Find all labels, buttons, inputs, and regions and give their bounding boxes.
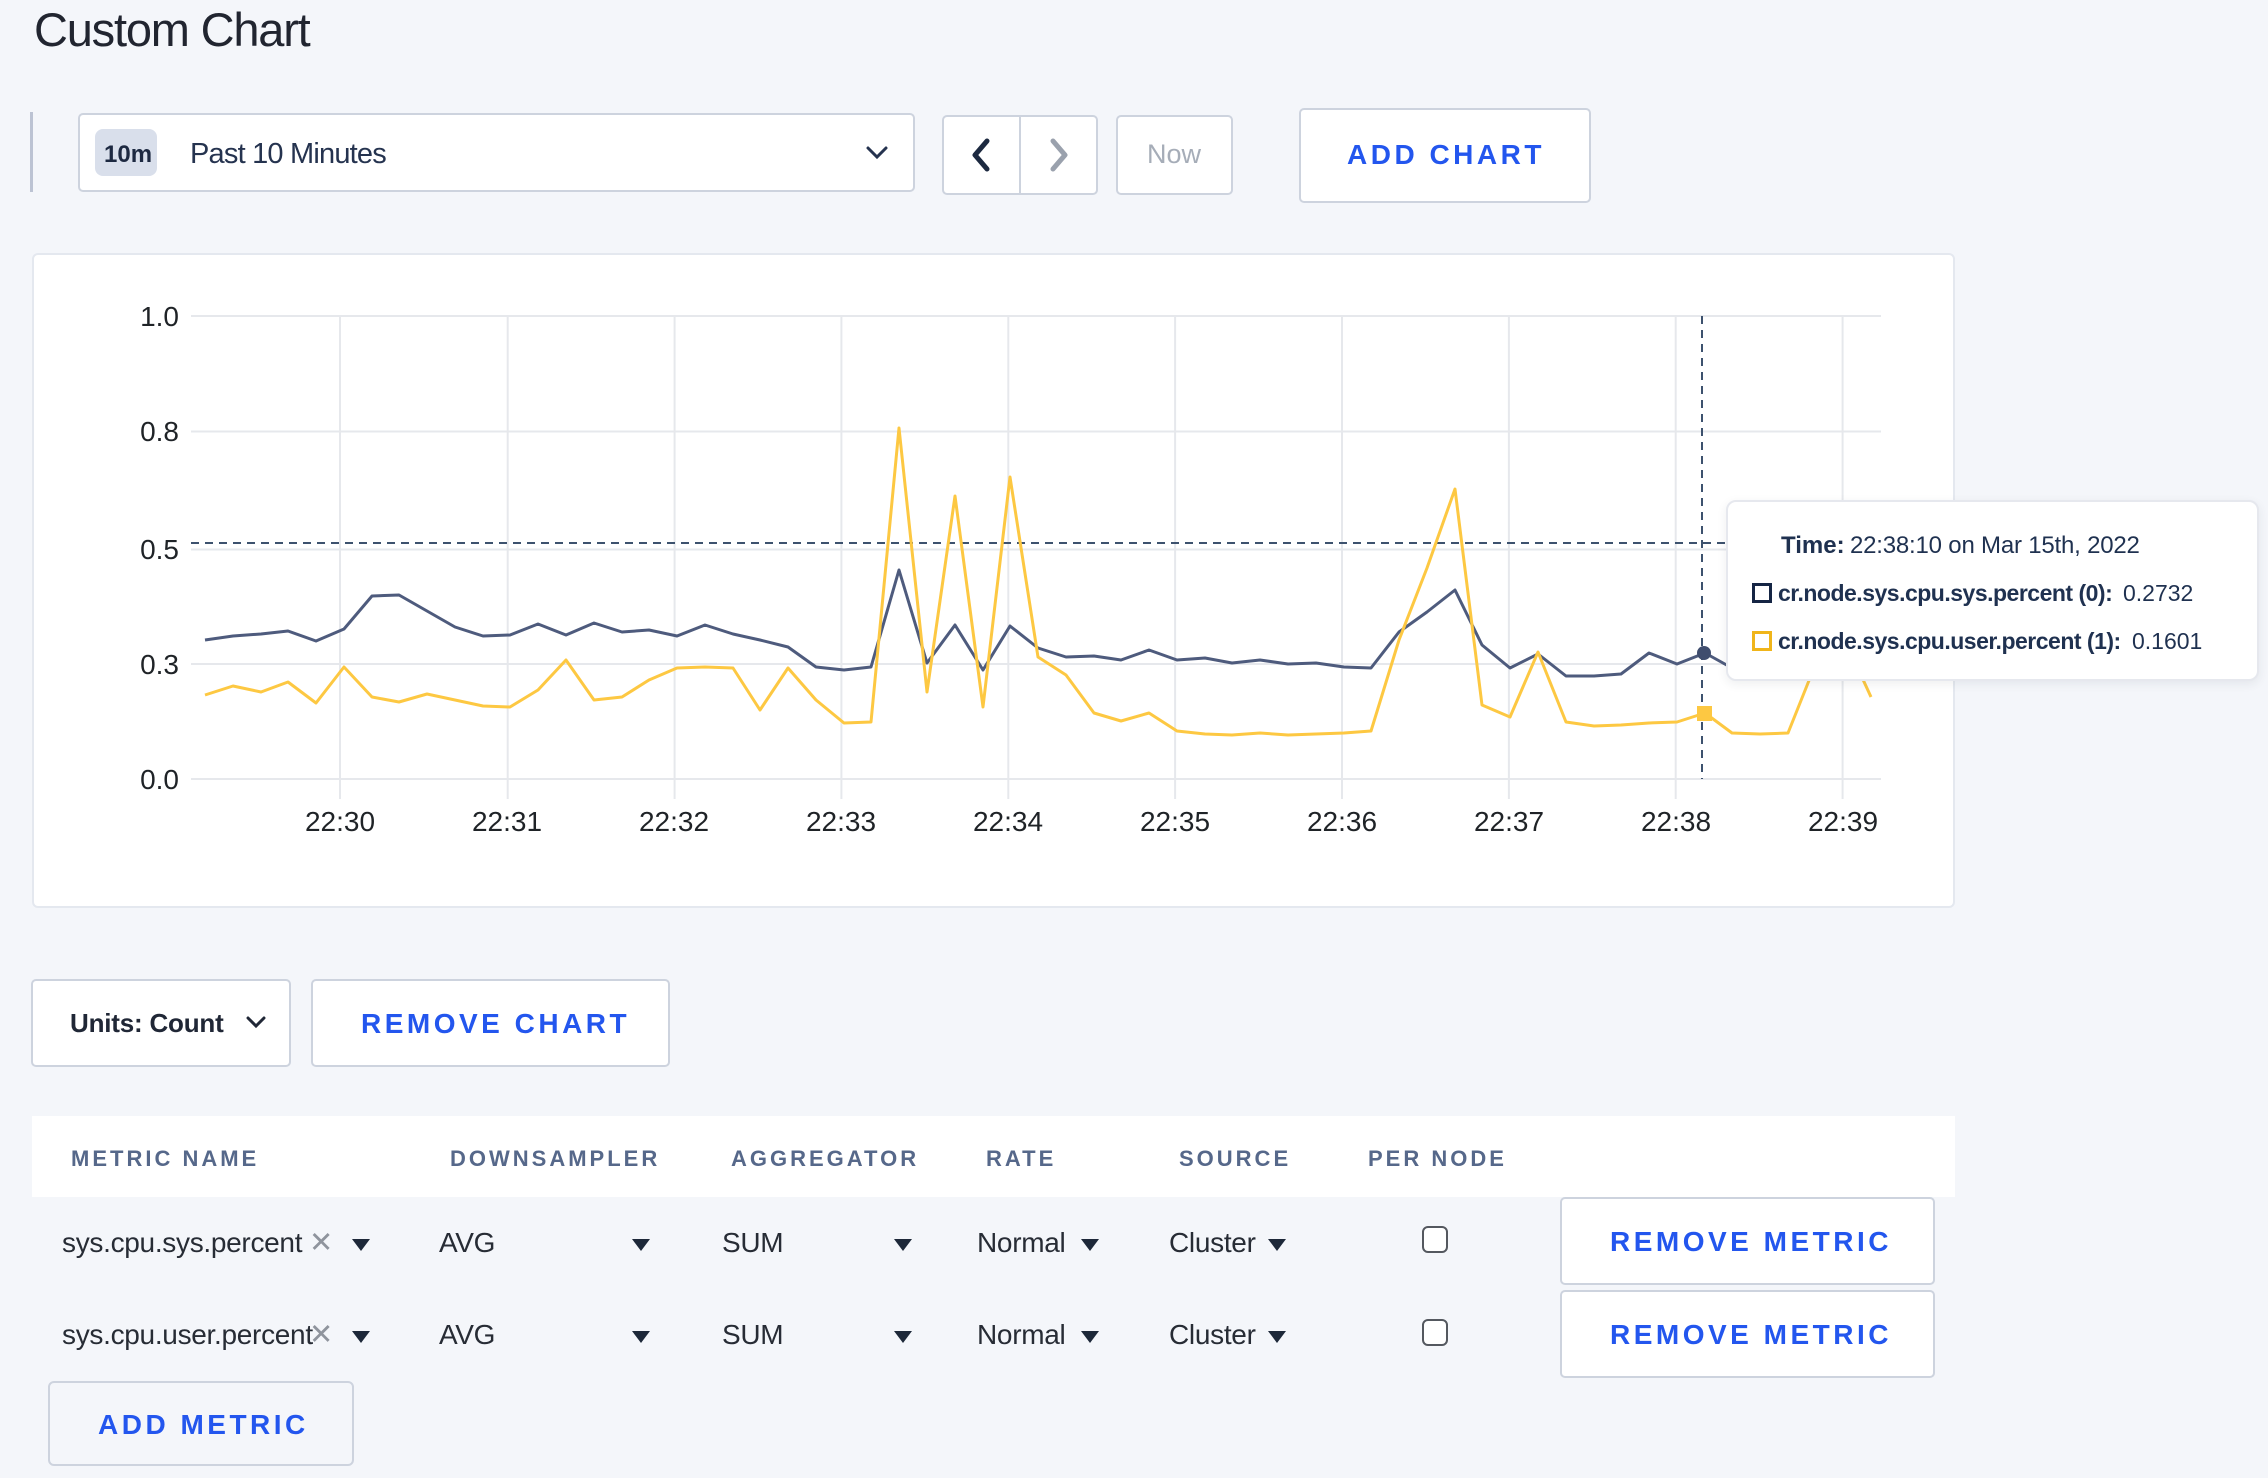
svg-text:0.5: 0.5: [140, 534, 179, 565]
svg-text:22:37: 22:37: [1474, 806, 1544, 837]
svg-text:22:36: 22:36: [1307, 806, 1377, 837]
svg-text:0.0: 0.0: [140, 764, 179, 795]
svg-text:0.8: 0.8: [140, 416, 179, 447]
svg-text:1.0: 1.0: [140, 301, 179, 332]
svg-text:22:35: 22:35: [1140, 806, 1210, 837]
svg-text:22:30: 22:30: [305, 806, 375, 837]
svg-text:22:38: 22:38: [1641, 806, 1711, 837]
svg-text:22:34: 22:34: [973, 806, 1043, 837]
svg-text:22:31: 22:31: [472, 806, 542, 837]
svg-text:22:33: 22:33: [806, 806, 876, 837]
svg-text:22:32: 22:32: [639, 806, 709, 837]
svg-text:0.3: 0.3: [140, 649, 179, 680]
svg-text:22:39: 22:39: [1808, 806, 1878, 837]
